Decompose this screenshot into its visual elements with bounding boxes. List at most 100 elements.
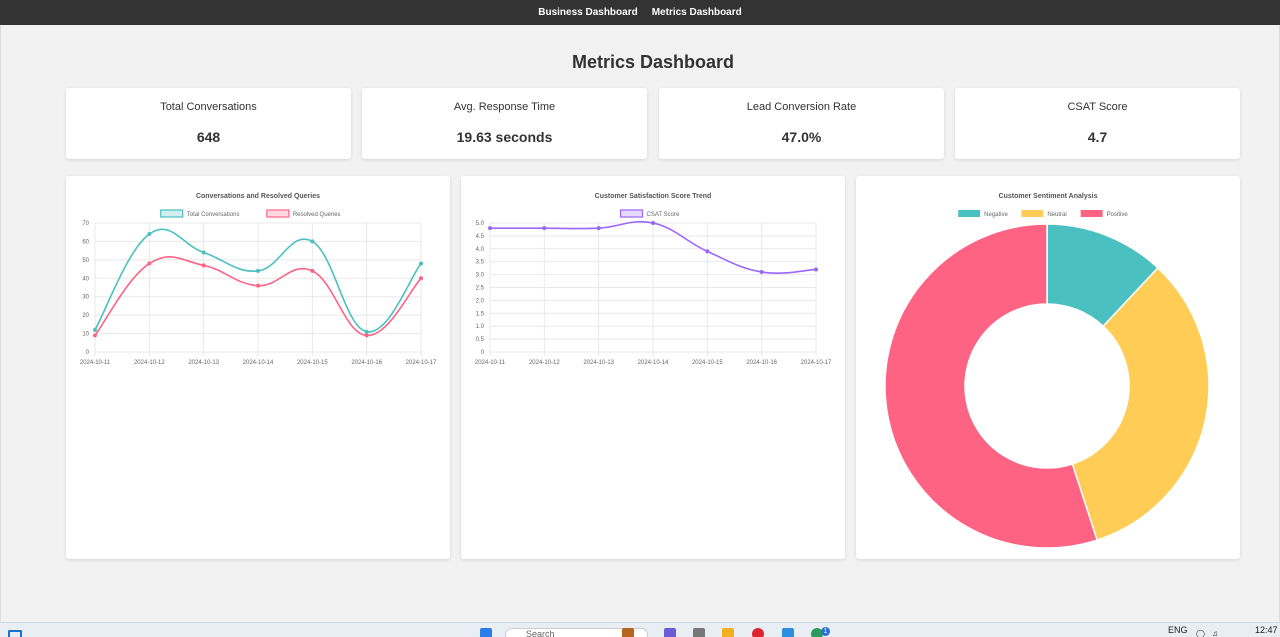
data-point — [256, 283, 260, 288]
kpi-value: 47.0% — [781, 129, 822, 145]
legend-swatch — [1080, 210, 1103, 217]
notification-badge: 1 — [821, 627, 830, 636]
y-tick-label: 5.0 — [476, 221, 485, 227]
x-tick-label: 2024-10-12 — [134, 360, 165, 366]
app-icon[interactable] — [693, 628, 705, 637]
x-tick-label: 2024-10-13 — [583, 360, 614, 366]
widget-icon[interactable] — [622, 628, 634, 637]
legend-label: CSAT Score — [647, 212, 680, 218]
opera-icon[interactable] — [752, 628, 764, 637]
start-icon[interactable] — [480, 628, 492, 637]
nav-metrics-dashboard[interactable]: Metrics Dashboard — [652, 7, 742, 18]
x-tick-label: 2024-10-15 — [692, 360, 723, 366]
data-point — [201, 263, 206, 268]
data-point — [201, 250, 206, 255]
data-point — [759, 270, 764, 275]
chart-card-csat-trend: Customer Satisfaction Score Trend CSAT Sc… — [461, 176, 845, 559]
kpi-card-csat-score: CSAT Score 4.7 — [955, 88, 1240, 159]
kpi-label: Avg. Response Time — [453, 101, 556, 113]
y-tick-label: 30 — [82, 295, 89, 301]
data-point — [814, 267, 818, 272]
x-tick-label: 2024-10-11 — [475, 360, 506, 366]
vscode-icon[interactable] — [782, 628, 794, 637]
y-tick-label: 1.0 — [476, 324, 485, 330]
x-tick-label: 2024-10-17 — [406, 360, 437, 366]
data-point — [419, 261, 423, 266]
x-tick-label: 2024-10-16 — [351, 360, 382, 366]
y-tick-label: 2.5 — [476, 286, 485, 292]
chart-title: Customer Satisfaction Score Trend — [595, 193, 712, 200]
y-tick-label: 0 — [86, 350, 90, 356]
data-point — [651, 221, 655, 225]
legend-swatch — [958, 210, 981, 217]
legend-swatch — [160, 209, 184, 218]
x-tick-label: 2024-10-14 — [638, 360, 669, 366]
desktop-icon[interactable] — [8, 630, 22, 637]
kpi-label: CSAT Score — [1067, 101, 1128, 113]
data-point — [147, 232, 152, 237]
legend-label: Positive — [1107, 212, 1129, 218]
data-point — [364, 333, 369, 338]
data-point — [256, 268, 260, 273]
data-point — [93, 333, 97, 338]
y-tick-label: 2.0 — [476, 298, 485, 304]
data-point — [364, 329, 369, 334]
taskbar: Search 1 ENG ◯ ♫ 12:47 — [0, 622, 1280, 637]
sentiment-chart: Customer Sentiment Analysis Negative Neutr… — [884, 193, 1210, 549]
kpi-card-total-conversations: Total Conversations 648 — [66, 88, 351, 159]
y-tick-label: 70 — [82, 221, 89, 227]
legend-label: Total Conversations — [187, 212, 240, 218]
volume-icon[interactable]: ♫ — [1212, 629, 1218, 637]
data-point — [488, 226, 492, 231]
kpi-value: 4.7 — [1087, 129, 1108, 145]
y-tick-label: 1.5 — [476, 311, 485, 317]
y-tick-label: 40 — [82, 276, 89, 282]
kpi-card-lead-conversion-rate: Lead Conversion Rate 47.0% — [659, 88, 944, 159]
legend-label: Resolved Queries — [293, 212, 341, 218]
chart-card-sentiment: Customer Sentiment Analysis Negative Neutr… — [856, 176, 1240, 559]
data-point — [419, 276, 423, 281]
top-navigation: Business Dashboard Metrics Dashboard — [0, 0, 1280, 25]
data-point — [310, 268, 315, 273]
x-tick-label: 2024-10-12 — [529, 360, 560, 366]
y-tick-label: 10 — [82, 332, 89, 338]
kpi-card-avg-response-time: Avg. Response Time 19.63 seconds — [362, 88, 647, 159]
clock[interactable]: 12:47 — [1255, 625, 1278, 635]
y-tick-label: 3.5 — [476, 260, 485, 266]
data-point — [705, 249, 710, 254]
nav-business-dashboard[interactable]: Business Dashboard — [538, 7, 637, 18]
x-tick-label: 2024-10-15 — [297, 360, 328, 366]
search-label: Search — [526, 629, 555, 637]
y-tick-label: 3.0 — [476, 273, 485, 279]
wifi-icon[interactable]: ◯ — [1196, 629, 1205, 637]
y-tick-label: 4.0 — [476, 247, 485, 253]
data-point — [596, 226, 601, 231]
kpi-value: 648 — [196, 129, 221, 145]
legend-label: Negative — [984, 212, 1008, 218]
x-tick-label: 2024-10-13 — [188, 360, 219, 366]
y-tick-label: 50 — [82, 258, 89, 264]
legend-label: Neutral — [1047, 212, 1066, 218]
legend-swatch — [619, 209, 644, 218]
x-tick-label: 2024-10-17 — [801, 360, 832, 366]
y-tick-label: 60 — [82, 239, 89, 245]
y-tick-label: 20 — [82, 313, 89, 319]
conversations-chart: Conversations and Resolved Queries Total … — [80, 193, 437, 366]
x-tick-label: 2024-10-11 — [80, 360, 111, 366]
file-explorer-icon[interactable] — [722, 628, 734, 637]
y-tick-label: 0 — [481, 350, 485, 356]
chart-card-conversations: Conversations and Resolved Queries Total … — [66, 176, 450, 559]
kpi-value: 19.63 seconds — [456, 129, 553, 145]
language-indicator[interactable]: ENG — [1168, 625, 1188, 635]
chart-title: Customer Sentiment Analysis — [999, 193, 1098, 200]
legend-swatch — [1021, 210, 1044, 217]
data-point — [542, 226, 547, 231]
kpi-label: Total Conversations — [160, 101, 257, 113]
data-point — [93, 327, 97, 332]
kpi-label: Lead Conversion Rate — [746, 101, 857, 113]
teams-icon[interactable] — [664, 628, 676, 637]
chart-title: Conversations and Resolved Queries — [196, 193, 320, 200]
y-tick-label: 4.5 — [476, 234, 485, 240]
x-tick-label: 2024-10-14 — [243, 360, 274, 366]
y-tick-label: 0.5 — [476, 337, 485, 343]
